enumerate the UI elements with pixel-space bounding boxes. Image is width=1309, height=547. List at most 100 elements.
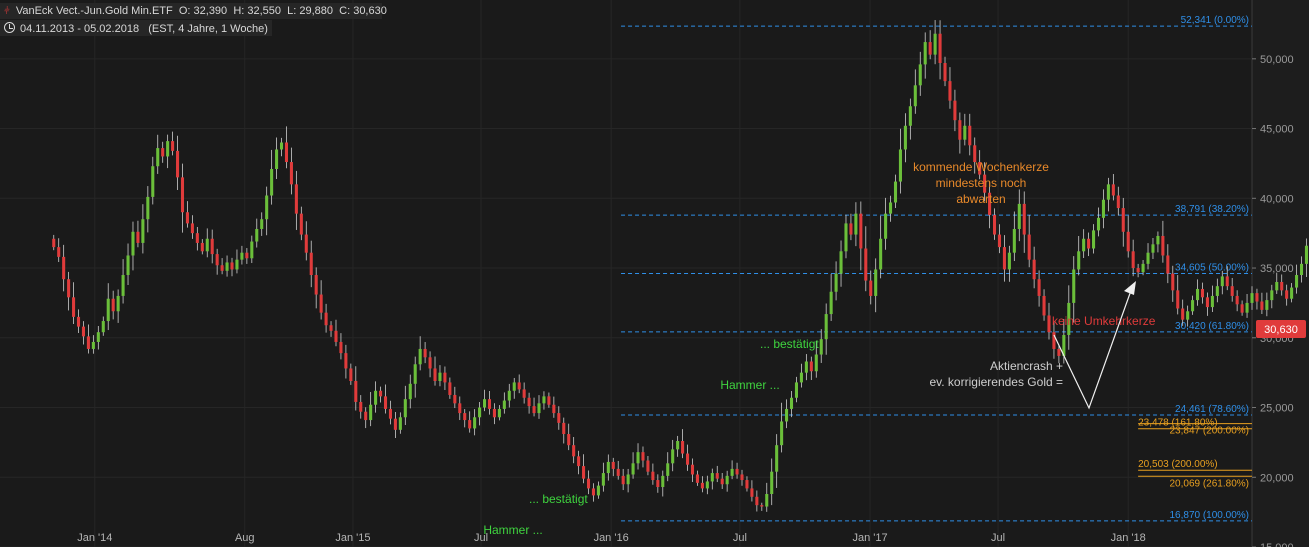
candle-body <box>52 238 56 248</box>
candle-body <box>750 488 754 497</box>
candle-body <box>1230 286 1234 296</box>
last-price-label: 30,630 <box>1264 324 1298 336</box>
candle-body <box>304 234 308 253</box>
candle-body <box>1082 238 1086 252</box>
fib-label: 52,341 (0.00%) <box>1181 15 1249 26</box>
y-tick-label: 25,000 <box>1260 403 1294 415</box>
candle-body <box>1220 276 1224 287</box>
candle-body <box>1057 348 1061 356</box>
candle-body <box>646 460 650 472</box>
candle-body <box>448 382 452 395</box>
candle-body <box>359 401 363 412</box>
candle-body <box>785 408 789 422</box>
period-range: 04.11.2013 - 05.02.2018 <box>20 23 140 35</box>
candle-body <box>413 364 417 384</box>
candle-body <box>497 408 501 418</box>
candle-body <box>86 336 90 349</box>
candle-body <box>1280 281 1284 291</box>
candle-body <box>735 468 739 475</box>
candle-body <box>166 141 170 157</box>
candle-body <box>611 461 615 469</box>
candle-body <box>542 396 546 404</box>
candle-body <box>948 81 952 101</box>
candle-body <box>210 238 214 255</box>
candle-body <box>393 418 397 430</box>
y-tick-label: 40,000 <box>1260 193 1294 205</box>
candle-body <box>443 372 447 383</box>
candle-body <box>388 408 392 419</box>
candle-body <box>96 332 100 342</box>
chart-svg[interactable]: 52,341 (0.00%) 38,791 (38.20%) 34,605 (50.… <box>0 0 1309 547</box>
candle-body <box>81 326 86 337</box>
candle-body <box>1131 251 1135 269</box>
candle-body <box>403 399 407 418</box>
candle-body <box>596 485 600 496</box>
candle-body <box>710 473 714 482</box>
candle-body <box>319 294 323 313</box>
candle-body <box>101 321 105 333</box>
chart-area[interactable]: 52,341 (0.00%) 38,791 (38.20%) 34,605 (50.… <box>0 0 1309 547</box>
candle-body <box>1116 195 1120 209</box>
candle-body <box>869 280 873 296</box>
candle-body <box>532 406 536 414</box>
y-tick-label: 50,000 <box>1260 54 1294 66</box>
candle-body <box>453 394 457 404</box>
candle-body <box>651 471 655 481</box>
candle-body <box>631 463 635 475</box>
high-value: H: 32,550 <box>233 5 282 17</box>
candle-body <box>463 413 467 421</box>
annotation-no-reversal: keine Umkehrkerze <box>1052 314 1156 328</box>
candle-body <box>245 252 249 259</box>
candle-body <box>666 463 670 476</box>
annotation-wait-next-candle: mindestens noch <box>936 176 1027 190</box>
candle-body <box>334 330 338 342</box>
candlestick-logo-icon: ⫩ <box>4 6 10 17</box>
candle-body <box>240 252 244 260</box>
candle-body <box>398 417 402 430</box>
candle-body <box>661 475 665 488</box>
candle-body <box>681 440 685 454</box>
y-tick-label: 35,000 <box>1260 263 1294 275</box>
candle-body <box>918 64 922 86</box>
candle-body <box>686 453 690 465</box>
candle-body <box>1126 231 1130 252</box>
candle-body <box>1007 252 1011 270</box>
candle-body <box>720 478 724 485</box>
candle-body <box>482 399 487 408</box>
candle-body <box>1032 259 1036 280</box>
candle-body <box>889 202 893 214</box>
candle-body <box>893 181 898 203</box>
fib-label: 30,420 (61.80%) <box>1175 321 1249 332</box>
candle-body <box>478 407 482 418</box>
candle-body <box>215 254 219 266</box>
candle-body <box>369 404 373 421</box>
candle-body <box>146 196 150 220</box>
candle-body <box>408 383 412 400</box>
low-value: L: 29,880 <box>287 5 334 17</box>
y-tick-label: 45,000 <box>1260 124 1294 136</box>
candle-body <box>898 149 902 182</box>
candle-body <box>151 166 155 197</box>
candle-body <box>136 231 140 243</box>
candle-body <box>953 100 957 121</box>
candle-body <box>1285 290 1289 299</box>
candle-body <box>1042 295 1046 316</box>
fib-label: 38,791 (38.20%) <box>1175 204 1249 215</box>
candle-body <box>567 434 571 446</box>
candle-body <box>131 231 135 256</box>
candle-body <box>968 125 972 146</box>
candle-body <box>690 464 695 475</box>
candle-body <box>1290 287 1294 299</box>
extension-label: 23,478 (161.80%) <box>1138 418 1218 429</box>
candle-body <box>279 142 284 150</box>
annotation-stock-crash: Aktiencrash + <box>990 359 1063 373</box>
candle-body <box>1171 273 1175 291</box>
candle-body <box>562 422 566 435</box>
candle-body <box>804 361 808 373</box>
candle-body <box>1151 244 1155 253</box>
candle-body <box>715 473 719 479</box>
candle-body <box>770 471 774 494</box>
candle-body <box>884 213 888 239</box>
annotation-confirmed-2016-dec: ... bestätigt <box>760 337 819 351</box>
candle-body <box>141 219 145 243</box>
